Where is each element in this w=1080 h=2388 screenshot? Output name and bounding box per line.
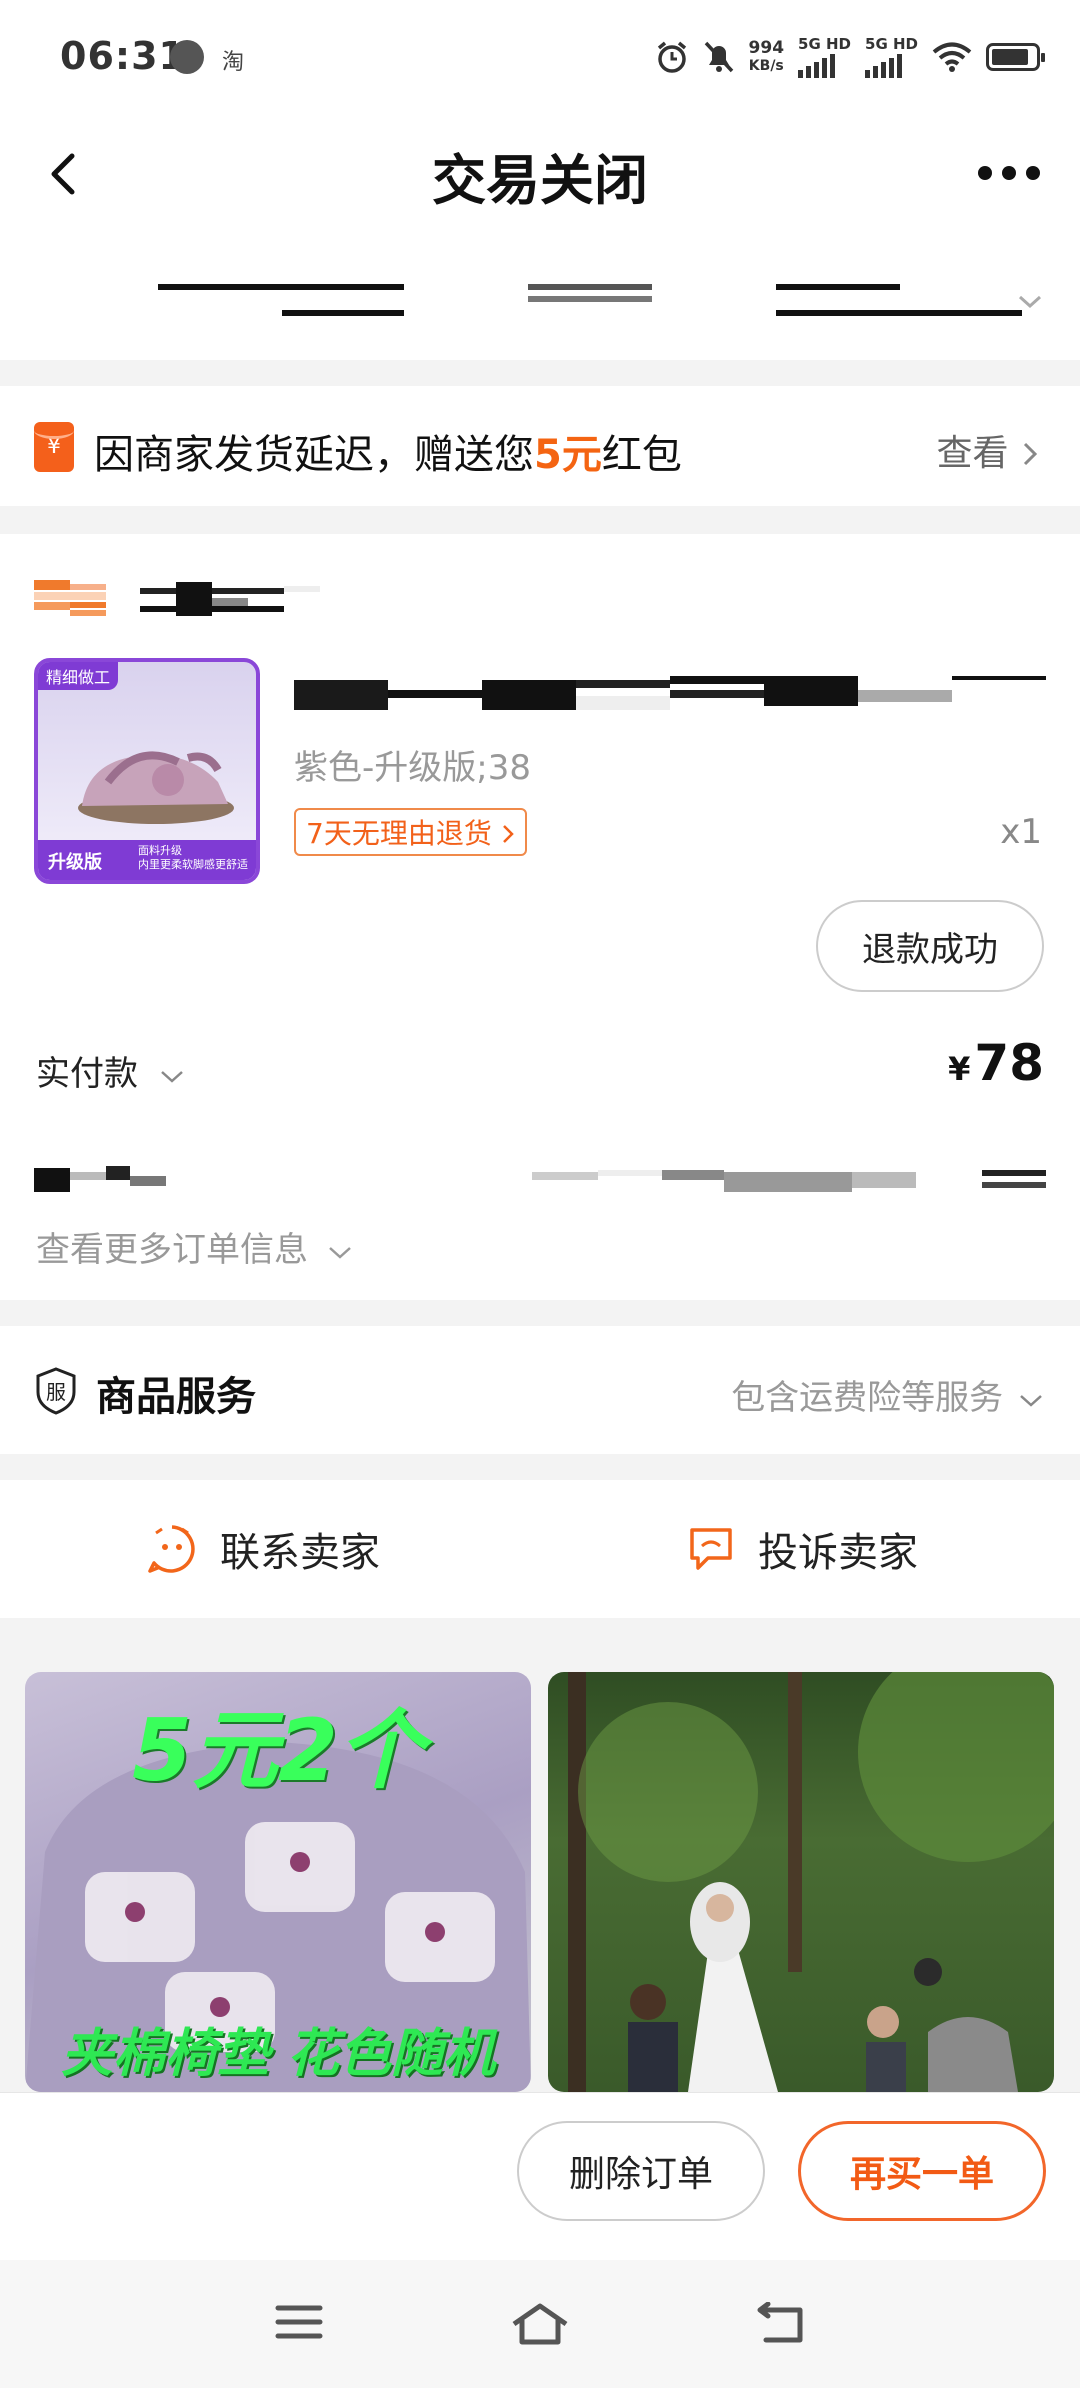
product-thumbnail[interactable]: 精细做工 升级版 面料升级 内里更柔软脚感更舒适	[34, 658, 260, 884]
return-policy-tag[interactable]: 7天无理由退货	[294, 808, 527, 856]
service-title: 商品服务	[96, 1374, 256, 1420]
wedding-forest-image	[568, 1672, 1054, 2092]
headset-icon	[170, 40, 204, 74]
shop-logo-redacted[interactable]	[34, 580, 106, 618]
sim1-signal: 5G HD	[798, 36, 851, 78]
bottom-action-bar: 删除订单 再买一单	[0, 2092, 1080, 2260]
chevron-down-icon	[160, 1071, 183, 1083]
system-nav-bar	[0, 2260, 1080, 2388]
thumb-tag-bottom-label: 升级版	[48, 852, 102, 873]
order-progress-redacted	[0, 234, 1080, 360]
complain-seller-label: 投诉卖家	[758, 1530, 918, 1576]
delete-order-button[interactable]: 删除订单	[517, 2121, 765, 2221]
status-time: 06:31	[60, 34, 186, 78]
shop-name-redacted[interactable]	[140, 582, 320, 616]
promo-text: 因商家发货延迟，赠送您5元红包	[94, 422, 682, 480]
thumb-note-2: 内里更柔软脚感更舒适	[138, 858, 248, 871]
currency-symbol: ¥	[948, 1050, 971, 1088]
recommend-card-wedding[interactable]	[548, 1672, 1054, 2092]
back-nav-icon[interactable]	[754, 2302, 806, 2346]
battery-icon	[986, 43, 1045, 71]
net-speed-unit: KB/s	[748, 58, 784, 74]
sim2-signal: 5G HD	[865, 36, 918, 78]
chevron-right-icon	[502, 825, 514, 843]
contact-row: 联系卖家 投诉卖家	[0, 1480, 1080, 1618]
order-number-redacted	[34, 1166, 1046, 1192]
paid-label: 实付款	[36, 1054, 138, 1094]
net-speed-value: 994	[748, 38, 785, 58]
promo-view-label: 查看	[936, 433, 1009, 474]
wifi-icon	[932, 42, 972, 72]
red-packet-banner[interactable]: ¥ 因商家发货延迟，赠送您5元红包 查看	[0, 386, 1080, 506]
mute-bell-icon	[704, 41, 733, 73]
sandal-image	[78, 751, 234, 824]
more-order-info-label: 查看更多订单信息	[36, 1230, 308, 1270]
contact-seller-button[interactable]: 联系卖家	[146, 1520, 380, 1578]
status-bar: 06:31 淘 994 KB/s 5G HD 5G HD	[0, 0, 1080, 118]
product-service-row[interactable]: 服 商品服务 包含运费险等服务	[0, 1326, 1080, 1454]
sim2-label: 5G HD	[865, 35, 918, 53]
status-right-group: 994 KB/s 5G HD 5G HD	[655, 36, 1045, 78]
recommend-card-cushion[interactable]: 5元2个 夹棉椅垫 花色随机	[25, 1672, 531, 2092]
thumb-note-1: 面料升级	[138, 844, 182, 857]
refund-status-button[interactable]: 退款成功	[816, 900, 1044, 992]
paid-amount-toggle[interactable]: 实付款	[36, 1046, 185, 1095]
order-card: 精细做工 升级版 面料升级 内里更柔软脚感更舒适 紫色-升级版;38 7天无理由退…	[0, 534, 1080, 1300]
contact-seller-label: 联系卖家	[220, 1530, 380, 1576]
promo-amount: 5元	[534, 432, 602, 478]
product-quantity: x1	[1000, 812, 1042, 852]
page-title: 交易关闭	[432, 149, 648, 212]
seller-chat-icon	[148, 1525, 195, 1573]
sim1-label: 5G HD	[798, 35, 852, 53]
service-desc-label: 包含运费险等服务	[731, 1378, 1004, 1418]
cushion-title-overlay: 夹棉椅垫 花色随机	[60, 2024, 496, 2084]
paid-amount: ¥78	[948, 1034, 1044, 1092]
home-icon[interactable]	[510, 2302, 570, 2346]
net-speed: 994 KB/s	[749, 39, 785, 75]
buy-again-button[interactable]: 再买一单	[798, 2121, 1046, 2221]
promo-view-link[interactable]: 查看	[937, 424, 1040, 476]
chevron-right-icon	[1023, 442, 1038, 466]
product-title-redacted[interactable]	[294, 676, 1046, 710]
complain-seller-button[interactable]: 投诉卖家	[686, 1520, 918, 1578]
service-desc: 包含运费险等服务	[731, 1370, 1044, 1419]
return-policy-label: 7天无理由退货	[306, 817, 492, 850]
service-icon-glyph: 服	[46, 1380, 66, 1404]
more-order-info-toggle[interactable]: 查看更多订单信息	[36, 1222, 353, 1271]
alarm-icon	[657, 41, 686, 73]
complaint-chat-icon	[690, 1528, 732, 1570]
red-packet-icon: ¥	[34, 422, 74, 472]
product-sku: 紫色-升级版;38	[294, 748, 531, 788]
promo-text-prefix: 因商家发货延迟，赠送您	[94, 432, 534, 478]
shield-service-icon: 服	[36, 1367, 76, 1415]
chevron-down-icon	[328, 1247, 351, 1259]
chevron-down-icon	[1020, 1395, 1042, 1407]
taobao-notification-icon: 淘	[222, 50, 245, 75]
thumb-tag-top: 精细做工	[38, 662, 119, 690]
menu-icon[interactable]	[274, 2302, 324, 2342]
thumb-tag-bottom: 升级版 面料升级 内里更柔软脚感更舒适	[38, 840, 256, 880]
promo-text-suffix: 红包	[601, 432, 682, 478]
paid-amount-value: 78	[974, 1034, 1044, 1092]
cushion-price-overlay: 5元2个	[132, 1701, 424, 1801]
expand-chevron-icon[interactable]	[1018, 294, 1042, 310]
